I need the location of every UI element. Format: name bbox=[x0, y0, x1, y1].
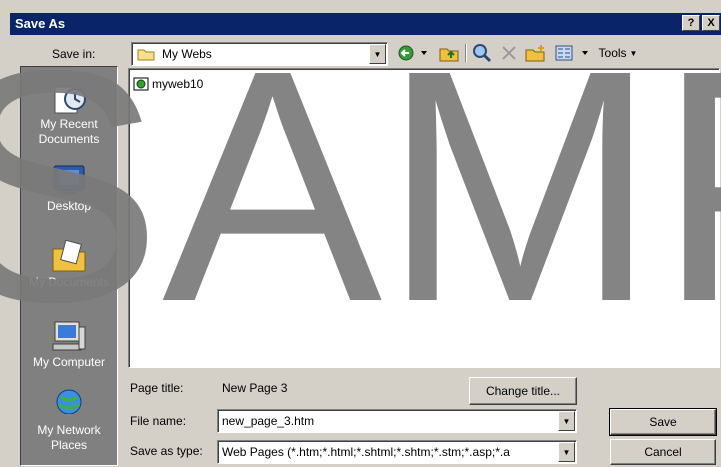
web-folder-icon bbox=[133, 77, 149, 91]
file-name-field[interactable]: new_page_3.htm ▼ bbox=[217, 409, 577, 433]
tools-label: Tools bbox=[598, 46, 627, 60]
place-label: My Documents bbox=[28, 275, 110, 289]
views-icon bbox=[555, 45, 588, 61]
help-button[interactable]: ? bbox=[682, 15, 700, 31]
page-title-value: New Page 3 bbox=[222, 381, 288, 395]
place-label: My Network bbox=[37, 423, 101, 437]
folder-icon bbox=[137, 47, 155, 64]
file-name-value: new_page_3.htm bbox=[222, 414, 315, 428]
search-icon bbox=[473, 44, 492, 63]
new-folder-button[interactable] bbox=[524, 42, 548, 64]
back-button[interactable] bbox=[394, 42, 434, 64]
change-title-button[interactable]: Change title... bbox=[469, 377, 577, 405]
delete-icon bbox=[502, 46, 516, 60]
search-web-button[interactable] bbox=[470, 42, 494, 64]
cancel-label: Cancel bbox=[644, 445, 682, 459]
new-folder-icon bbox=[525, 45, 545, 62]
file-list[interactable]: myweb10 bbox=[128, 68, 720, 368]
save-as-type-select[interactable]: Web Pages (*.htm;*.html;*.shtml;*.shtm;*… bbox=[217, 440, 577, 464]
desktop-icon bbox=[51, 163, 87, 197]
title-bar: Save As ? X bbox=[10, 13, 721, 35]
place-my-computer[interactable]: My Computer bbox=[21, 319, 117, 370]
delete-button[interactable] bbox=[498, 42, 520, 64]
save-label: Save bbox=[649, 415, 677, 429]
place-recent-documents[interactable]: My Recent Documents bbox=[21, 81, 117, 147]
place-desktop[interactable]: Desktop bbox=[21, 163, 117, 214]
place-label: Places bbox=[50, 438, 88, 452]
file-name: myweb10 bbox=[152, 77, 204, 91]
my-computer-icon bbox=[51, 319, 87, 353]
save-in-label: Save in: bbox=[52, 47, 96, 61]
recent-documents-icon bbox=[51, 81, 87, 115]
place-label: My Recent bbox=[40, 117, 98, 131]
cancel-button[interactable]: Cancel bbox=[610, 439, 716, 465]
window-title: Save As bbox=[15, 16, 66, 31]
close-button[interactable]: X bbox=[702, 15, 720, 31]
places-bar: My Recent Documents Desktop My Documents bbox=[20, 66, 118, 466]
save-in-value: My Webs bbox=[162, 47, 212, 61]
page-title-label: Page title: bbox=[130, 381, 184, 395]
back-icon bbox=[398, 45, 427, 61]
up-folder-button[interactable] bbox=[437, 42, 461, 64]
save-button[interactable]: Save bbox=[609, 408, 717, 436]
file-name-label: File name: bbox=[130, 414, 187, 428]
place-network-places[interactable]: My Network Places bbox=[21, 387, 117, 453]
chevron-down-icon[interactable]: ▼ bbox=[369, 44, 386, 64]
save-as-type-label: Save as type: bbox=[130, 444, 203, 458]
save-as-type-value: Web Pages (*.htm;*.html;*.shtml;*.shtm;*… bbox=[222, 445, 510, 459]
place-label: Documents bbox=[38, 132, 100, 146]
change-title-label: Change title... bbox=[485, 384, 561, 398]
chevron-down-icon: ▼ bbox=[629, 48, 638, 58]
up-folder-icon bbox=[439, 48, 459, 62]
chevron-down-icon[interactable]: ▼ bbox=[558, 411, 575, 431]
place-my-documents[interactable]: My Documents bbox=[21, 239, 117, 290]
place-label: Desktop bbox=[46, 199, 92, 213]
my-documents-icon bbox=[51, 239, 87, 273]
views-button[interactable] bbox=[552, 42, 594, 64]
chevron-down-icon[interactable]: ▼ bbox=[558, 442, 575, 462]
place-label: My Computer bbox=[32, 355, 106, 369]
list-item[interactable]: myweb10 bbox=[133, 77, 203, 91]
network-places-icon bbox=[51, 387, 87, 421]
save-in-combo[interactable]: My Webs ▼ bbox=[131, 42, 388, 66]
tools-menu[interactable]: Tools ▼ bbox=[596, 42, 640, 64]
